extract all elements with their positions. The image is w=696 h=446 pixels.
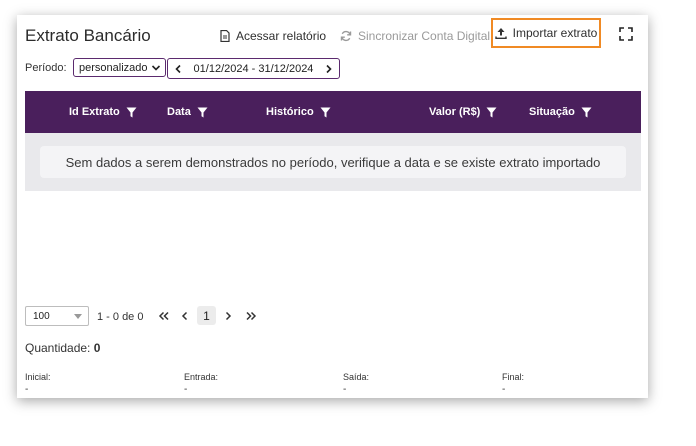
double-chevron-right-icon bbox=[246, 311, 257, 321]
column-header-historico[interactable]: Histórico bbox=[266, 91, 331, 133]
import-statement-button[interactable]: Importar extrato bbox=[491, 18, 601, 48]
period-select[interactable]: personalizado bbox=[73, 58, 166, 77]
previous-page-button[interactable] bbox=[179, 308, 191, 324]
summary-initial-value: - bbox=[25, 384, 29, 395]
sync-label: Sincronizar Conta Digital bbox=[358, 29, 491, 43]
upload-icon bbox=[494, 28, 507, 39]
expand-icon bbox=[619, 27, 633, 41]
summary-inflow-value: - bbox=[184, 384, 188, 395]
summary-initial-label: Inicial: bbox=[25, 372, 51, 382]
access-report-button[interactable]: Acessar relatório bbox=[220, 27, 326, 45]
column-header-label: Id Extrato bbox=[69, 106, 120, 118]
chevron-left-icon bbox=[175, 64, 181, 73]
filter-icon[interactable] bbox=[486, 107, 497, 118]
table-body: Sem dados a serem demonstrados no períod… bbox=[25, 133, 641, 191]
summary-outflow-value: - bbox=[343, 384, 347, 395]
column-header-label: Valor (R$) bbox=[429, 106, 481, 118]
summary-outflow-label: Saída: bbox=[343, 372, 370, 382]
last-page-button[interactable] bbox=[244, 308, 258, 324]
table-header: Id Extrato Data Histórico Valor (R$) Sit… bbox=[25, 91, 641, 133]
next-period-button[interactable] bbox=[325, 64, 333, 74]
bank-statement-panel: Extrato Bancário Acessar relatório Sincr… bbox=[17, 15, 648, 398]
column-header-label: Histórico bbox=[266, 106, 314, 118]
column-header-label: Data bbox=[167, 106, 191, 118]
column-header-valor[interactable]: Valor (R$) bbox=[429, 91, 497, 133]
filter-icon[interactable] bbox=[581, 107, 592, 118]
sync-digital-account-button[interactable]: Sincronizar Conta Digital bbox=[340, 27, 490, 45]
filter-icon[interactable] bbox=[197, 107, 208, 118]
current-page[interactable]: 1 bbox=[197, 306, 216, 325]
column-header-id-extrato[interactable]: Id Extrato bbox=[69, 91, 137, 133]
chevron-down-icon bbox=[151, 64, 161, 71]
column-header-label: Situação bbox=[529, 106, 575, 118]
empty-state-message: Sem dados a serem demonstrados no períod… bbox=[40, 146, 626, 178]
quantity-value: 0 bbox=[93, 341, 101, 355]
summary-final-value: - bbox=[502, 384, 506, 395]
import-statement-label: Importar extrato bbox=[512, 26, 598, 40]
chevron-right-icon bbox=[326, 64, 332, 73]
quantity-label: Quantidade: bbox=[25, 341, 91, 355]
page-size-value: 100 bbox=[33, 310, 50, 322]
page-size-select[interactable]: 100 bbox=[25, 306, 89, 326]
summary-final-label: Final: bbox=[502, 372, 525, 382]
period-label: Período: bbox=[25, 62, 67, 74]
chevron-left-icon bbox=[181, 311, 188, 321]
double-chevron-left-icon bbox=[158, 311, 169, 321]
previous-period-button[interactable] bbox=[174, 64, 182, 74]
page-title: Extrato Bancário bbox=[25, 26, 151, 45]
first-page-button[interactable] bbox=[157, 308, 171, 324]
next-page-button[interactable] bbox=[222, 308, 234, 324]
chevron-right-icon bbox=[225, 311, 232, 321]
pagination-range: 1 - 0 de 0 bbox=[97, 311, 144, 323]
date-range-picker[interactable]: 01/12/2024 - 31/12/2024 bbox=[167, 58, 340, 79]
period-select-value: personalizado bbox=[79, 61, 148, 74]
filter-icon[interactable] bbox=[320, 107, 331, 118]
access-report-label: Acessar relatório bbox=[236, 29, 327, 43]
summary-inflow-label: Entrada: bbox=[184, 372, 219, 382]
fullscreen-button[interactable] bbox=[619, 27, 633, 41]
document-icon bbox=[220, 30, 230, 42]
quantity-summary: Quantidade: 0 bbox=[25, 341, 100, 355]
sync-icon bbox=[340, 30, 352, 42]
filter-icon[interactable] bbox=[126, 107, 137, 118]
date-range-text: 01/12/2024 - 31/12/2024 bbox=[193, 62, 314, 75]
column-header-data[interactable]: Data bbox=[167, 91, 208, 133]
column-header-situacao[interactable]: Situação bbox=[529, 91, 592, 133]
caret-down-icon bbox=[74, 313, 82, 319]
